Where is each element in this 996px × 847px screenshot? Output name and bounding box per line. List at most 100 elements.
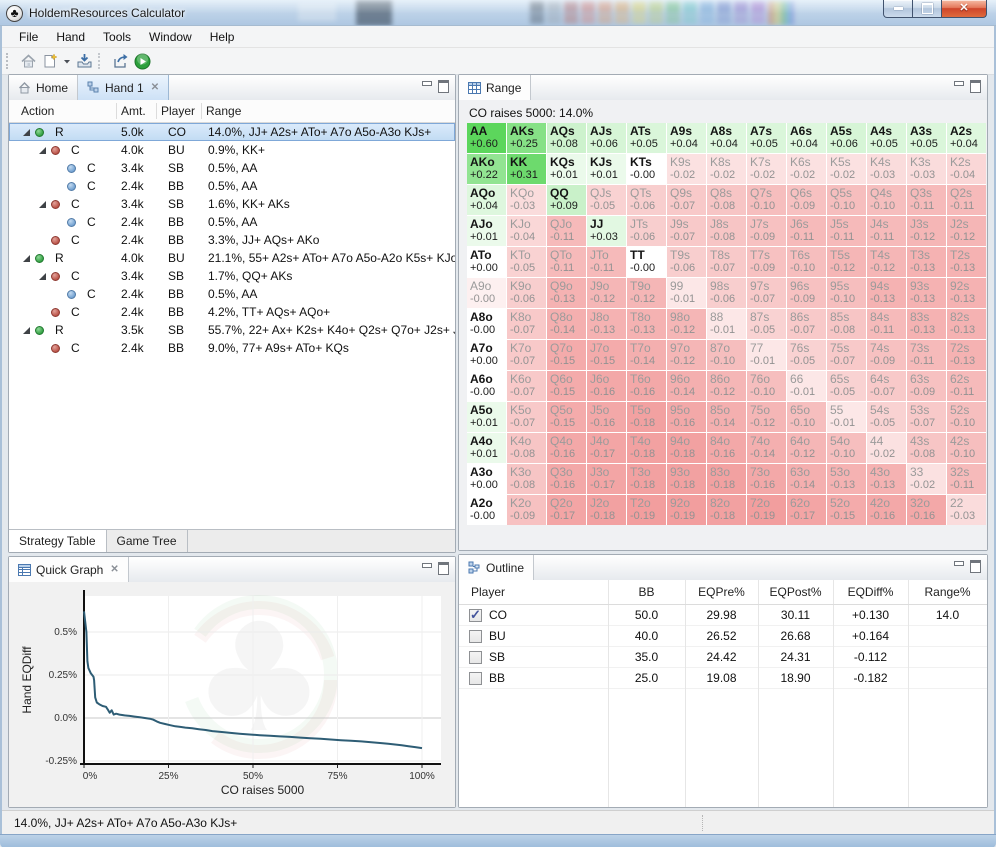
menu-help[interactable]: Help bbox=[201, 28, 244, 46]
tab-range[interactable]: Range bbox=[459, 75, 531, 100]
hand-cell-K6o[interactable]: K6o-0.07 bbox=[507, 371, 546, 401]
hand-cell-K2o[interactable]: K2o-0.09 bbox=[507, 495, 546, 525]
outline-column-eqpost[interactable]: EQPost% bbox=[758, 585, 833, 599]
hand-cell-97s[interactable]: 97s-0.07 bbox=[747, 278, 786, 308]
hand-cell-A7s[interactable]: A7s+0.05 bbox=[747, 123, 786, 153]
hand-cell-95o[interactable]: 95o-0.16 bbox=[667, 402, 706, 432]
run-button[interactable] bbox=[131, 50, 153, 72]
hand-cell-KQs[interactable]: KQs+0.01 bbox=[547, 154, 586, 184]
hand-cell-K8o[interactable]: K8o-0.07 bbox=[507, 309, 546, 339]
hand-cell-JTs[interactable]: JTs-0.06 bbox=[627, 216, 666, 246]
strategy-row-6[interactable]: C2.4kBB0.5%, AA bbox=[9, 213, 455, 231]
column-amt[interactable]: Amt. bbox=[116, 104, 156, 118]
player-checkbox[interactable] bbox=[469, 609, 482, 622]
menu-hand[interactable]: Hand bbox=[47, 28, 94, 46]
hand-cell-83o[interactable]: 83o-0.18 bbox=[707, 464, 746, 494]
hand-cell-A2s[interactable]: A2s+0.04 bbox=[947, 123, 986, 153]
player-checkbox[interactable] bbox=[469, 630, 482, 643]
hand-cell-J2s[interactable]: J2s-0.12 bbox=[947, 216, 986, 246]
hand-cell-J7s[interactable]: J7s-0.09 bbox=[747, 216, 786, 246]
hand-cell-A4o[interactable]: A4o+0.01 bbox=[467, 433, 506, 463]
hand-cell-88[interactable]: 88-0.01 bbox=[707, 309, 746, 339]
hand-cell-T9o[interactable]: T9o-0.12 bbox=[627, 278, 666, 308]
hand-cell-82o[interactable]: 82o-0.18 bbox=[707, 495, 746, 525]
tab-home[interactable]: Home bbox=[9, 75, 78, 100]
hand-cell-AA[interactable]: AA+0.60 bbox=[467, 123, 506, 153]
tree-expander-icon[interactable] bbox=[22, 129, 31, 136]
hand-cell-64s[interactable]: 64s-0.07 bbox=[867, 371, 906, 401]
strategy-row-3[interactable]: C3.4kSB0.5%, AA bbox=[9, 159, 455, 177]
hand-cell-K5s[interactable]: K5s-0.02 bbox=[827, 154, 866, 184]
column-action[interactable]: Action bbox=[9, 104, 116, 118]
hand-cell-K3s[interactable]: K3s-0.03 bbox=[907, 154, 946, 184]
hand-cell-J8o[interactable]: J8o-0.13 bbox=[587, 309, 626, 339]
hand-cell-62o[interactable]: 62o-0.17 bbox=[787, 495, 826, 525]
hand-cell-T9s[interactable]: T9s-0.06 bbox=[667, 247, 706, 277]
hand-cell-42o[interactable]: 42o-0.16 bbox=[867, 495, 906, 525]
hand-cell-K5o[interactable]: K5o-0.07 bbox=[507, 402, 546, 432]
hand-cell-86s[interactable]: 86s-0.07 bbox=[787, 309, 826, 339]
import-button[interactable] bbox=[73, 50, 95, 72]
hand-cell-96o[interactable]: 96o-0.14 bbox=[667, 371, 706, 401]
hand-cell-J9o[interactable]: J9o-0.12 bbox=[587, 278, 626, 308]
hand-cell-Q8s[interactable]: Q8s-0.08 bbox=[707, 185, 746, 215]
panel-minimize-icon[interactable] bbox=[422, 562, 431, 571]
hand-cell-52s[interactable]: 52s-0.10 bbox=[947, 402, 986, 432]
hand-cell-54s[interactable]: 54s-0.05 bbox=[867, 402, 906, 432]
hand-cell-62s[interactable]: 62s-0.11 bbox=[947, 371, 986, 401]
hand-cell-T4s[interactable]: T4s-0.12 bbox=[867, 247, 906, 277]
hand-cell-75s[interactable]: 75s-0.07 bbox=[827, 340, 866, 370]
hand-cell-T3s[interactable]: T3s-0.13 bbox=[907, 247, 946, 277]
panel-maximize-icon[interactable] bbox=[970, 560, 981, 573]
hand-cell-A5s[interactable]: A5s+0.06 bbox=[827, 123, 866, 153]
hand-cell-Q2o[interactable]: Q2o-0.17 bbox=[547, 495, 586, 525]
outline-column-player[interactable]: Player bbox=[459, 585, 608, 599]
hand-cell-QTs[interactable]: QTs-0.06 bbox=[627, 185, 666, 215]
strategy-row-8[interactable]: R4.0kBU21.1%, 55+ A2s+ ATo+ A7o A5o-A2o … bbox=[9, 249, 455, 267]
hand-cell-93o[interactable]: 93o-0.18 bbox=[667, 464, 706, 494]
hand-cell-T5s[interactable]: T5s-0.12 bbox=[827, 247, 866, 277]
hand-cell-Q3o[interactable]: Q3o-0.16 bbox=[547, 464, 586, 494]
hand-cell-Q3s[interactable]: Q3s-0.11 bbox=[907, 185, 946, 215]
hand-cell-43s[interactable]: 43s-0.08 bbox=[907, 433, 946, 463]
hand-cell-J2o[interactable]: J2o-0.18 bbox=[587, 495, 626, 525]
hand-cell-KK[interactable]: KK+0.31 bbox=[507, 154, 546, 184]
panel-minimize-icon[interactable] bbox=[422, 80, 431, 89]
hand-cell-A7o[interactable]: A7o+0.00 bbox=[467, 340, 506, 370]
hand-cell-53o[interactable]: 53o-0.13 bbox=[827, 464, 866, 494]
panel-minimize-icon[interactable] bbox=[954, 80, 963, 89]
hand-cell-82s[interactable]: 82s-0.13 bbox=[947, 309, 986, 339]
hand-cell-84o[interactable]: 84o-0.16 bbox=[707, 433, 746, 463]
hand-cell-T8o[interactable]: T8o-0.13 bbox=[627, 309, 666, 339]
hand-cell-97o[interactable]: 97o-0.12 bbox=[667, 340, 706, 370]
hand-cell-K6s[interactable]: K6s-0.02 bbox=[787, 154, 826, 184]
hand-cell-T3o[interactable]: T3o-0.18 bbox=[627, 464, 666, 494]
hand-cell-AQs[interactable]: AQs+0.08 bbox=[547, 123, 586, 153]
hand-cell-AJo[interactable]: AJo+0.01 bbox=[467, 216, 506, 246]
hand-cell-Q8o[interactable]: Q8o-0.14 bbox=[547, 309, 586, 339]
hand-cell-73s[interactable]: 73s-0.11 bbox=[907, 340, 946, 370]
hand-cell-44[interactable]: 44-0.02 bbox=[867, 433, 906, 463]
hand-cell-TT[interactable]: TT-0.00 bbox=[627, 247, 666, 277]
hand-cell-75o[interactable]: 75o-0.12 bbox=[747, 402, 786, 432]
new-hand-button[interactable] bbox=[39, 50, 61, 72]
hand-cell-J8s[interactable]: J8s-0.08 bbox=[707, 216, 746, 246]
hand-cell-Q9o[interactable]: Q9o-0.13 bbox=[547, 278, 586, 308]
hand-cell-T5o[interactable]: T5o-0.18 bbox=[627, 402, 666, 432]
hand-cell-98o[interactable]: 98o-0.12 bbox=[667, 309, 706, 339]
tab-hand-1-close-icon[interactable]: ✕ bbox=[151, 82, 159, 93]
hand-cell-65o[interactable]: 65o-0.10 bbox=[787, 402, 826, 432]
hand-cell-72s[interactable]: 72s-0.13 bbox=[947, 340, 986, 370]
hand-cell-T7o[interactable]: T7o-0.14 bbox=[627, 340, 666, 370]
panel-maximize-icon[interactable] bbox=[438, 562, 449, 575]
new-hand-dropdown[interactable] bbox=[61, 50, 73, 72]
hand-cell-54o[interactable]: 54o-0.10 bbox=[827, 433, 866, 463]
hand-cell-A4s[interactable]: A4s+0.05 bbox=[867, 123, 906, 153]
strategy-row-4[interactable]: C2.4kBB0.5%, AA bbox=[9, 177, 455, 195]
hand-cell-AKo[interactable]: AKo+0.22 bbox=[467, 154, 506, 184]
strategy-row-2[interactable]: C4.0kBU0.9%, KK+ bbox=[9, 141, 455, 159]
player-checkbox[interactable] bbox=[469, 651, 482, 664]
hand-cell-ATs[interactable]: ATs+0.05 bbox=[627, 123, 666, 153]
hand-cell-85o[interactable]: 85o-0.14 bbox=[707, 402, 746, 432]
hand-cell-K9o[interactable]: K9o-0.06 bbox=[507, 278, 546, 308]
